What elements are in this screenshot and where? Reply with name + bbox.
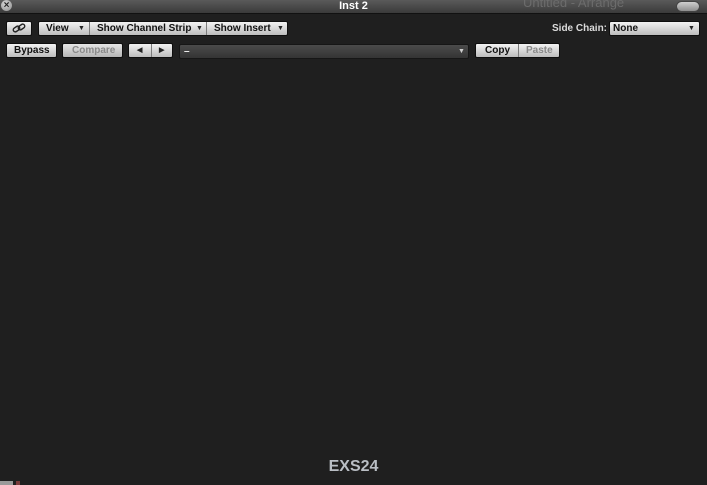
- chevron-down-icon: ▼: [458, 48, 465, 55]
- side-chain-select[interactable]: None ▼: [609, 21, 700, 36]
- triangle-left-icon: ◀: [137, 47, 143, 54]
- paste-label: Paste: [526, 45, 553, 56]
- triangle-right-icon: ▶: [159, 47, 165, 54]
- view-toolbar-group: View ▼ Show Channel Strip ▼ Show Insert …: [38, 21, 288, 36]
- compare-label: Compare: [72, 45, 116, 56]
- window-titlebar[interactable]: × Inst 2 Untitled - Arrange: [0, 0, 707, 14]
- chevron-down-icon: ▼: [688, 25, 695, 32]
- show-channel-strip-label: Show Channel Strip: [97, 23, 192, 34]
- copy-button[interactable]: Copy: [476, 44, 518, 57]
- link-button[interactable]: [6, 21, 32, 36]
- show-insert-label: Show Insert: [214, 23, 271, 34]
- next-preset-button[interactable]: ▶: [151, 44, 173, 57]
- view-menu[interactable]: View ▼: [39, 22, 89, 35]
- preset-value: –: [184, 46, 190, 57]
- chevron-down-icon: ▼: [78, 25, 85, 32]
- copy-label: Copy: [485, 45, 510, 56]
- bypass-button[interactable]: Bypass: [6, 43, 57, 58]
- window-bottom-edge: [0, 481, 707, 485]
- toolbar-toggle-button[interactable]: [676, 1, 700, 12]
- show-channel-strip-menu[interactable]: Show Channel Strip ▼: [89, 22, 207, 35]
- side-chain-value: None: [613, 23, 638, 34]
- view-label: View: [46, 23, 69, 34]
- link-icon: [12, 23, 26, 34]
- plugin-body: [0, 62, 707, 457]
- chevron-down-icon: ▼: [196, 25, 203, 32]
- preset-select[interactable]: – ▼: [179, 44, 469, 59]
- plugin-name: EXS24: [328, 458, 379, 475]
- copy-paste-group: Copy Paste: [475, 43, 560, 58]
- paste-button[interactable]: Paste: [518, 44, 560, 57]
- chevron-down-icon: ▼: [277, 25, 284, 32]
- previous-preset-button[interactable]: ◀: [129, 44, 151, 57]
- compare-button[interactable]: Compare: [62, 43, 123, 58]
- background-window-title: Untitled - Arrange: [523, 0, 625, 10]
- show-insert-menu[interactable]: Show Insert ▼: [206, 22, 288, 35]
- side-chain-label: Side Chain:: [552, 23, 608, 34]
- preset-nav-group: ◀ ▶: [128, 43, 173, 58]
- bypass-label: Bypass: [14, 45, 50, 56]
